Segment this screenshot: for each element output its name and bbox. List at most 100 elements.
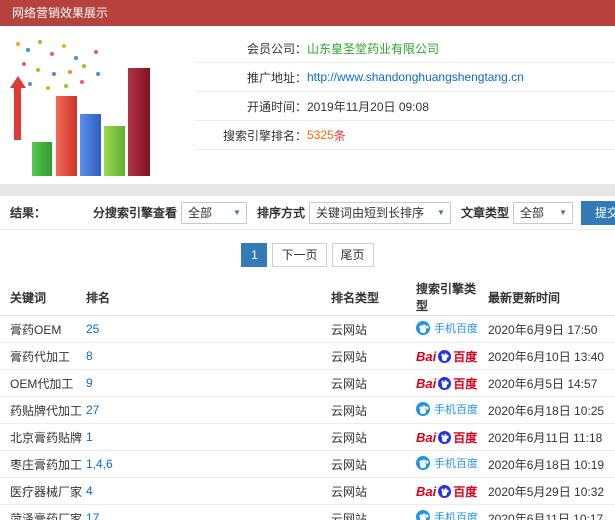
mobile-baidu-badge: 手机百度 xyxy=(416,320,478,336)
keyword-cell: 枣庄膏药加工 xyxy=(0,450,85,478)
baidu-label: 百度 xyxy=(453,376,478,391)
company-name: 山东皇圣堂药业有限公司 xyxy=(307,41,440,56)
table-row: 枣庄膏药加工 1,4,6 云网站 手机百度 2020年6月18日 10:19 xyxy=(0,450,615,478)
mobile-baidu-label: 手机百度 xyxy=(434,323,478,335)
updated-cell: 2020年6月9日 17:50 xyxy=(487,315,615,343)
chevron-down-icon: ▼ xyxy=(233,208,241,217)
table-row: 菏泽膏药厂家 17 云网站 手机百度 2020年6月11日 10:17 xyxy=(0,504,615,520)
mobile-baidu-badge: 手机百度 xyxy=(416,401,478,417)
engine-filter-value: 全部 xyxy=(187,206,212,220)
rank-link[interactable]: 27 xyxy=(86,403,99,417)
header-rank: 排名 xyxy=(85,279,330,316)
baidu-label: 百度 xyxy=(453,430,478,445)
page-header: 网络营销效果展示 xyxy=(0,0,615,26)
engine-cell: Bai 百度 xyxy=(415,369,487,397)
keyword-cell: 北京膏药贴牌 xyxy=(0,423,85,451)
engine-cell: 手机百度 xyxy=(415,504,487,520)
page-1-button[interactable]: 1 xyxy=(241,243,268,267)
table-header-row: 关键词 排名 排名类型 搜索引擎类型 最新更新时间 xyxy=(0,279,615,316)
keyword-cell: 膏药代加工 xyxy=(0,342,85,370)
keyword-cell: OEM代加工 xyxy=(0,369,85,397)
bar-green xyxy=(32,142,52,176)
table-row: OEM代加工 9 云网站 Bai 百度 2020年6月5日 14:57 xyxy=(0,369,615,397)
table-row: 膏药OEM 25 云网站 手机百度 2020年6月9日 17:50 xyxy=(0,315,615,343)
growth-chart-illustration xyxy=(0,26,195,184)
rank-count-value: 5325 xyxy=(307,128,334,142)
mobile-baidu-icon xyxy=(416,510,430,520)
article-type-label: 文章类型 xyxy=(460,206,509,220)
keyword-rank-table: 关键词 排名 排名类型 搜索引擎类型 最新更新时间 膏药OEM 25 云网站 手… xyxy=(0,279,615,520)
rank-link[interactable]: 1 xyxy=(86,430,93,444)
header-updated: 最新更新时间 xyxy=(487,279,615,316)
company-row: 会员公司： 山东皇圣堂药业有限公司 xyxy=(195,34,615,63)
rank-type-cell: 云网站 xyxy=(330,396,415,424)
baidu-wordmark: Bai xyxy=(416,483,437,499)
table-row: 医疗器械厂家 4 云网站 Bai 百度 2020年5月29日 10:32 xyxy=(0,477,615,505)
mobile-baidu-badge: 手机百度 xyxy=(416,455,478,471)
rank-type-cell: 云网站 xyxy=(330,450,415,478)
rank-count-row: 搜索引擎排名： 5325 条 xyxy=(195,121,615,150)
rank-link[interactable]: 17 xyxy=(86,511,99,520)
article-type-select[interactable]: 全部 ▼ xyxy=(512,201,573,224)
updated-cell: 2020年6月18日 10:25 xyxy=(487,396,615,424)
mobile-baidu-icon xyxy=(416,402,430,416)
baidu-paw-icon xyxy=(438,376,452,390)
last-page-button[interactable]: 尾页 xyxy=(331,243,374,267)
table-row: 北京膏药贴牌 1 云网站 Bai 百度 2020年6月11日 11:18 xyxy=(0,423,615,451)
updated-cell: 2020年6月18日 10:19 xyxy=(487,450,615,478)
sort-filter-label: 排序方式 xyxy=(256,206,305,220)
header-rank-type: 排名类型 xyxy=(330,279,415,316)
open-time-value: 2019年11月20日 09:08 xyxy=(307,99,429,114)
bar-maroon xyxy=(128,68,150,176)
keyword-cell: 药贴牌代加工 xyxy=(0,396,85,424)
keyword-cell: 膏药OEM xyxy=(0,315,85,343)
engine-filter-label: 分搜索引擎查看 xyxy=(92,206,177,220)
submit-button[interactable]: 提交 xyxy=(580,200,615,225)
bar-blue xyxy=(80,114,101,176)
sort-filter-value: 关键词由短到长排序 xyxy=(315,206,424,220)
rank-link[interactable]: 25 xyxy=(86,322,99,336)
baidu-badge: Bai 百度 xyxy=(416,348,477,365)
mobile-baidu-label: 手机百度 xyxy=(434,404,478,416)
company-label: 会员公司： xyxy=(246,41,307,56)
article-type-value: 全部 xyxy=(519,206,544,220)
engine-cell: 手机百度 xyxy=(415,396,487,424)
baidu-badge: Bai 百度 xyxy=(416,429,477,446)
rank-count-label: 搜索引擎排名： xyxy=(222,128,307,143)
baidu-badge: Bai 百度 xyxy=(416,483,477,500)
bar-lightgreen xyxy=(104,126,125,176)
marketing-report-page: 网络营销效果展示 会员公司： 山东皇圣堂药业有限公司 推广地址： http://… xyxy=(0,0,615,520)
table-row: 药贴牌代加工 27 云网站 手机百度 2020年6月18日 10:25 xyxy=(0,396,615,424)
updated-cell: 2020年6月11日 11:18 xyxy=(487,423,615,451)
rank-type-cell: 云网站 xyxy=(330,477,415,505)
next-page-button[interactable]: 下一页 xyxy=(272,243,327,267)
engine-cell: Bai 百度 xyxy=(415,342,487,370)
rank-link[interactable]: 9 xyxy=(86,376,93,390)
updated-cell: 2020年6月5日 14:57 xyxy=(487,369,615,397)
member-info-list: 会员公司： 山东皇圣堂药业有限公司 推广地址： http://www.shand… xyxy=(195,26,615,184)
rank-type-cell: 云网站 xyxy=(330,342,415,370)
rank-type-cell: 云网站 xyxy=(330,504,415,520)
sort-filter-select[interactable]: 关键词由短到长排序 ▼ xyxy=(308,201,451,224)
promo-url-link[interactable]: http://www.shandonghuangshengtang.cn xyxy=(307,70,524,84)
page-title: 网络营销效果展示 xyxy=(12,6,109,20)
rank-link[interactable]: 8 xyxy=(86,349,93,363)
rank-link[interactable]: 1,4,6 xyxy=(86,457,113,471)
baidu-label: 百度 xyxy=(453,484,478,499)
rank-link[interactable]: 4 xyxy=(86,484,93,498)
rank-type-cell: 云网站 xyxy=(330,423,415,451)
mobile-baidu-label: 手机百度 xyxy=(434,512,478,520)
confetti-dots xyxy=(16,42,20,46)
baidu-wordmark: Bai xyxy=(416,429,437,445)
promo-url-label: 推广地址： xyxy=(246,70,307,85)
mobile-baidu-label: 手机百度 xyxy=(434,458,478,470)
updated-cell: 2020年5月29日 10:32 xyxy=(487,477,615,505)
baidu-wordmark: Bai xyxy=(416,348,437,364)
open-time-row: 开通时间： 2019年11月20日 09:08 xyxy=(195,92,615,121)
filter-bar: 结果： 分搜索引擎查看 全部 ▼ 排序方式 关键词由短到长排序 ▼ 文章类型 全… xyxy=(0,196,615,230)
engine-cell: 手机百度 xyxy=(415,450,487,478)
chevron-down-icon: ▼ xyxy=(437,208,445,217)
header-engine-type: 搜索引擎类型 xyxy=(415,279,487,316)
section-divider xyxy=(0,184,615,196)
engine-filter-select[interactable]: 全部 ▼ xyxy=(180,201,247,224)
